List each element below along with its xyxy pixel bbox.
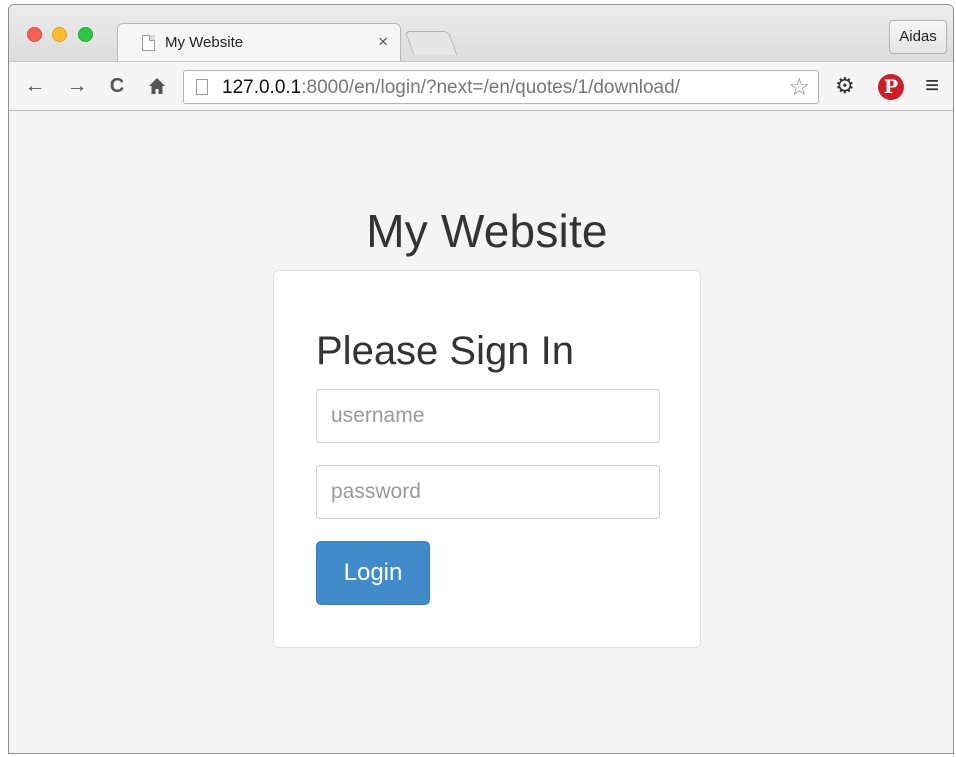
page-icon <box>142 35 155 51</box>
browser-toolbar: ← → C 127.0.0.1:8000/en/login/?next=/en/… <box>9 61 953 111</box>
password-input[interactable] <box>316 465 660 519</box>
arrow-left-icon[interactable]: ← <box>21 72 49 100</box>
arrow-right-icon[interactable]: → <box>63 72 91 100</box>
tab-my-website[interactable]: My Website × <box>117 23 401 61</box>
address-host: 127.0.0.1 <box>222 77 302 98</box>
home-icon[interactable] <box>145 72 169 100</box>
login-button[interactable]: Login <box>316 541 430 605</box>
gear-icon[interactable]: ⚙ <box>835 73 855 99</box>
close-window-button[interactable] <box>27 27 42 42</box>
new-tab-button[interactable] <box>404 31 458 55</box>
address-url[interactable]: 127.0.0.1:8000/en/login/?next=/en/quotes… <box>222 77 680 99</box>
address-bar[interactable]: 127.0.0.1:8000/en/login/?next=/en/quotes… <box>183 70 819 104</box>
page-viewport: My Website Please Sign In Login <box>9 112 953 753</box>
minimize-window-button[interactable] <box>52 27 67 42</box>
page-icon <box>196 79 208 95</box>
tab-title: My Website <box>165 34 244 51</box>
close-icon[interactable]: × <box>378 32 388 52</box>
tab-strip: My Website × Aidas <box>9 5 953 61</box>
star-icon[interactable]: ☆ <box>788 73 810 102</box>
site-title: My Website <box>366 205 608 257</box>
browser-window: My Website × Aidas ← → C 127.0.0.1:8000/… <box>8 4 954 754</box>
address-path: :8000/en/login/?next=/en/quotes/1/downlo… <box>301 77 680 98</box>
zoom-window-button[interactable] <box>78 27 93 42</box>
login-heading: Please Sign In <box>316 329 574 373</box>
profile-button[interactable]: Aidas <box>889 20 947 54</box>
hamburger-menu-icon[interactable]: ≡ <box>925 72 939 100</box>
reload-icon[interactable]: C <box>105 72 129 100</box>
pinterest-icon[interactable]: P <box>878 74 904 100</box>
login-card: Please Sign In Login <box>273 270 701 648</box>
username-input[interactable] <box>316 389 660 443</box>
